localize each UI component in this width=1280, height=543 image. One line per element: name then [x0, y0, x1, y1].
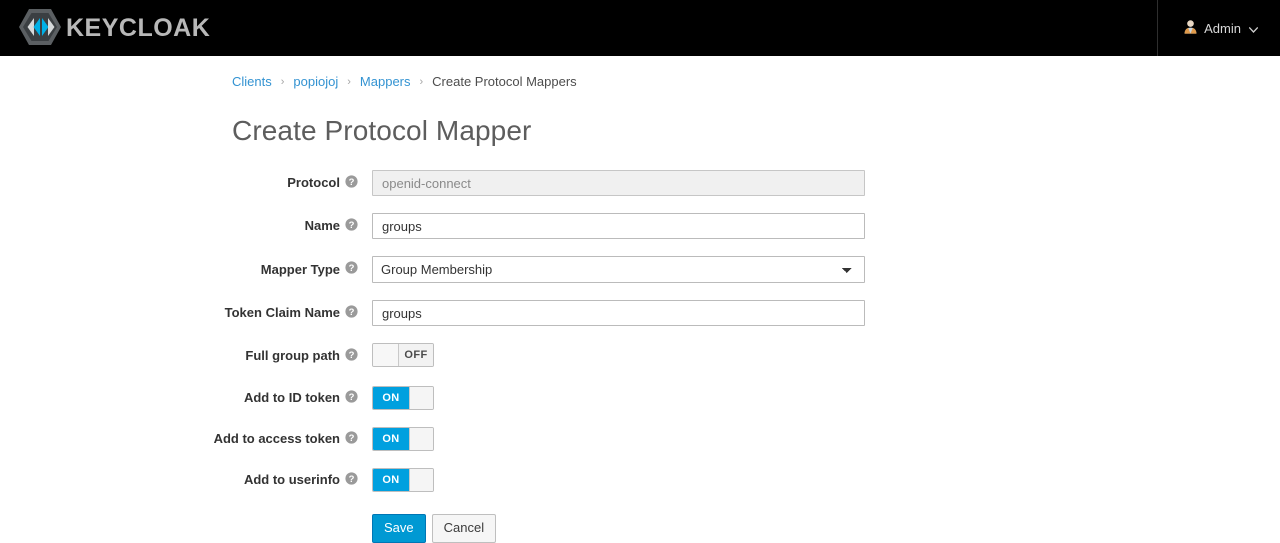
question-circle-icon[interactable]: ? — [345, 304, 358, 322]
brand-home-link[interactable]: KEYCLOAK — [0, 0, 210, 56]
brand-name: KEYCLOAK — [66, 13, 211, 42]
user-avatar-icon — [1184, 19, 1197, 37]
save-button[interactable]: Save — [372, 514, 426, 543]
form-row-full-group-path: Full group path ? OFF — [0, 343, 1280, 369]
navbar-spacer — [210, 0, 1157, 56]
label-token-claim-name-text: Token Claim Name — [224, 305, 340, 320]
breadcrumb-item-current: Create Protocol Mappers — [432, 74, 577, 89]
create-protocol-mapper-form: Protocol ? Name ? — [0, 148, 1280, 543]
svg-text:?: ? — [349, 473, 355, 484]
label-add-to-userinfo: Add to userinfo ? — [0, 471, 372, 489]
form-row-name: Name ? — [0, 213, 1280, 239]
form-row-add-to-userinfo: Add to userinfo ? ON — [0, 468, 1280, 492]
label-add-to-id-token: Add to ID token ? — [0, 389, 372, 407]
toggle-knob — [409, 428, 433, 450]
svg-text:?: ? — [349, 263, 355, 274]
cancel-button[interactable]: Cancel — [431, 514, 497, 543]
protocol-input — [372, 170, 865, 196]
toggle-knob — [409, 387, 433, 409]
control-full-group-path: OFF — [372, 343, 865, 369]
form-row-protocol: Protocol ? — [0, 170, 1280, 196]
question-circle-icon[interactable]: ? — [345, 471, 358, 489]
add-to-access-token-toggle[interactable]: ON — [372, 427, 434, 451]
label-add-to-access-token-text: Add to access token — [213, 431, 340, 446]
label-full-group-path: Full group path ? — [0, 347, 372, 365]
breadcrumb-separator: › — [280, 76, 285, 88]
breadcrumb-item-clients[interactable]: Clients — [232, 74, 272, 90]
question-circle-icon[interactable]: ? — [345, 347, 358, 365]
label-add-to-id-token-text: Add to ID token — [243, 390, 340, 405]
top-navbar: KEYCLOAK Admin — [0, 0, 1280, 56]
question-circle-icon[interactable]: ? — [345, 261, 358, 278]
control-token-claim-name — [372, 300, 865, 326]
label-full-group-path-text: Full group path — [245, 348, 340, 363]
svg-text:?: ? — [349, 219, 355, 230]
control-name — [372, 213, 865, 239]
keycloak-hexagon-logo-icon — [18, 7, 62, 50]
svg-text:?: ? — [349, 349, 355, 360]
label-add-to-access-token: Add to access token ? — [0, 430, 372, 448]
control-actions: Save Cancel — [372, 509, 865, 543]
control-add-to-access-token: ON — [372, 427, 865, 451]
add-to-userinfo-toggle[interactable]: ON — [372, 468, 434, 492]
chevron-down-icon — [1248, 21, 1259, 36]
toggle-state-label: ON — [373, 428, 409, 450]
breadcrumb-item-client[interactable]: popiojoj — [293, 74, 338, 90]
question-circle-icon[interactable]: ? — [345, 389, 358, 407]
svg-text:?: ? — [349, 306, 355, 317]
toggle-state-label: ON — [373, 387, 409, 409]
user-menu[interactable]: Admin — [1157, 0, 1280, 56]
svg-text:?: ? — [349, 176, 355, 187]
page-title: Create Protocol Mapper — [232, 115, 532, 146]
add-to-id-token-toggle[interactable]: ON — [372, 386, 434, 410]
label-name: Name ? — [0, 217, 372, 235]
label-mapper-type-text: Mapper Type — [260, 261, 340, 277]
form-row-add-to-id-token: Add to ID token ? ON — [0, 386, 1280, 410]
control-add-to-userinfo: ON — [372, 468, 865, 492]
svg-text:?: ? — [349, 432, 355, 443]
toggle-knob — [373, 344, 399, 366]
label-protocol-text: Protocol — [287, 175, 340, 190]
label-name-text: Name — [304, 218, 340, 233]
breadcrumb-separator: › — [347, 76, 351, 88]
breadcrumb-separator: › — [419, 76, 424, 88]
control-add-to-id-token: ON — [372, 386, 865, 410]
control-protocol — [372, 170, 865, 196]
label-add-to-userinfo-text: Add to userinfo — [243, 472, 340, 487]
form-row-add-to-access-token: Add to access token ? ON — [0, 427, 1280, 451]
label-token-claim-name: Token Claim Name ? — [0, 304, 372, 322]
name-input[interactable] — [372, 213, 865, 239]
question-circle-icon[interactable]: ? — [345, 174, 358, 192]
mapper-type-select[interactable]: Group Membership — [372, 256, 865, 283]
form-row-mapper-type: Mapper Type ? Group Membership — [0, 256, 1280, 283]
token-claim-name-input[interactable] — [372, 300, 865, 326]
breadcrumb: Clients › popiojoj › Mappers › Create Pr… — [0, 56, 1280, 90]
action-buttons: Save Cancel — [372, 514, 865, 543]
page-content: Clients › popiojoj › Mappers › Create Pr… — [0, 56, 1280, 543]
form-row-actions: Save Cancel — [0, 509, 1280, 543]
label-protocol: Protocol ? — [0, 174, 372, 192]
svg-text:?: ? — [349, 391, 355, 402]
toggle-state-label: ON — [373, 469, 409, 491]
breadcrumb-item-mappers[interactable]: Mappers — [360, 74, 411, 90]
question-circle-icon[interactable]: ? — [345, 430, 358, 448]
toggle-knob — [409, 469, 433, 491]
user-menu-label: Admin — [1204, 20, 1241, 36]
full-group-path-toggle[interactable]: OFF — [372, 343, 434, 367]
form-row-token-claim-name: Token Claim Name ? — [0, 300, 1280, 326]
question-circle-icon[interactable]: ? — [345, 217, 358, 235]
control-mapper-type: Group Membership — [372, 256, 865, 283]
label-mapper-type: Mapper Type ? — [0, 261, 372, 278]
toggle-state-label: OFF — [399, 344, 433, 366]
